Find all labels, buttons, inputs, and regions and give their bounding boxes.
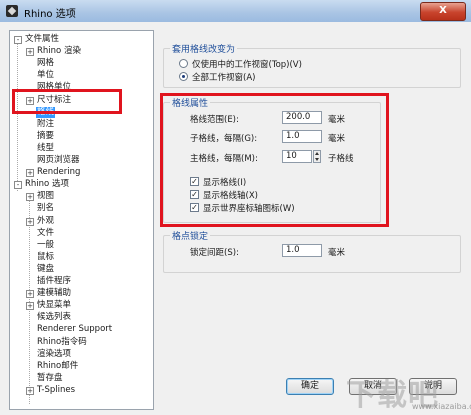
options-tree[interactable]: - 文件属性 + Rhino 渲染 网格 单位 网格单位 + 尺寸标注 格线 附注 摘要 线型 网页浏览器…	[9, 30, 154, 410]
all-viewports-radio[interactable]	[179, 72, 188, 81]
tree-item[interactable]: 别名	[36, 203, 55, 214]
close-button[interactable]: X	[420, 2, 466, 21]
tree-item[interactable]: 单位	[36, 70, 55, 81]
tree-item[interactable]: 外观	[36, 216, 55, 227]
tree-item[interactable]: 摘要	[36, 131, 55, 142]
tree-item[interactable]: Rhino指令码	[36, 337, 88, 348]
tree-item[interactable]: Rhino 选项	[24, 179, 70, 190]
tree-expand-icon[interactable]: +	[26, 169, 34, 178]
tree-item[interactable]: 文件	[36, 228, 55, 239]
tree-item[interactable]: Rhino 渲染	[36, 46, 82, 57]
snap-group-title: 格点锁定	[170, 229, 211, 242]
tree-item[interactable]: 键盘	[36, 264, 55, 275]
tree-selection-highlight-frame	[12, 89, 122, 114]
snap-spacing-input[interactable]: 1.0	[282, 244, 322, 257]
window-title: Rhino 选项	[24, 9, 76, 20]
tree-item[interactable]: 文件属性	[24, 34, 60, 45]
tree-item[interactable]: 快显菜单	[36, 300, 72, 311]
apply-to-group-title: 套用格线改变为	[170, 42, 238, 55]
snap-spacing-unit: 毫米	[328, 248, 346, 258]
active-viewport-radio[interactable]	[179, 59, 188, 68]
tree-item[interactable]: Renderer Support	[36, 324, 113, 335]
grid-properties-highlight-frame	[160, 93, 389, 227]
tree-collapse-icon[interactable]: -	[14, 36, 22, 44]
tree-item[interactable]: 网页浏览器	[36, 155, 81, 166]
ok-button[interactable]: 确定	[286, 378, 334, 395]
rhino-app-icon	[6, 5, 18, 17]
tree-item[interactable]: 插件程序	[36, 276, 72, 287]
all-viewports-label: 全部工作视窗(A)	[192, 73, 256, 83]
tree-expand-icon[interactable]: +	[26, 302, 34, 311]
tree-item[interactable]: 渲染选项	[36, 349, 72, 360]
tree-item[interactable]: Rendering	[36, 167, 81, 178]
title-bar: Rhino 选项 X	[0, 0, 471, 23]
tree-expand-icon[interactable]: +	[26, 386, 34, 395]
tree-item[interactable]: 一般	[36, 240, 55, 251]
tree-item[interactable]: 附注	[36, 119, 55, 130]
snap-spacing-label: 锁定间距(S):	[190, 248, 239, 258]
tree-item[interactable]: 线型	[36, 143, 55, 154]
tree-expand-icon[interactable]: +	[26, 290, 34, 299]
tree-expand-icon[interactable]: +	[26, 217, 34, 226]
tree-collapse-icon[interactable]: -	[14, 181, 22, 190]
tree-item[interactable]: 暂存盘	[36, 373, 64, 384]
tree-item[interactable]: 网格	[36, 58, 55, 69]
tree-item[interactable]: 鼠标	[36, 252, 55, 263]
tree-item[interactable]: T-Splines	[36, 385, 76, 396]
tree-expand-icon[interactable]: +	[26, 193, 34, 202]
tree-item[interactable]: 建模辅助	[36, 288, 72, 299]
tree-item[interactable]: Rhino邮件	[36, 361, 79, 372]
tree-item[interactable]: 视图	[36, 191, 55, 202]
active-viewport-label: 仅使用中的工作视窗(Top)(V)	[192, 60, 302, 70]
tree-item[interactable]: 候选列表	[36, 312, 72, 323]
watermark-url: www.xiazaiba.com	[412, 402, 471, 411]
tree-guide-line	[17, 41, 18, 191]
tree-expand-icon[interactable]: +	[26, 48, 34, 57]
